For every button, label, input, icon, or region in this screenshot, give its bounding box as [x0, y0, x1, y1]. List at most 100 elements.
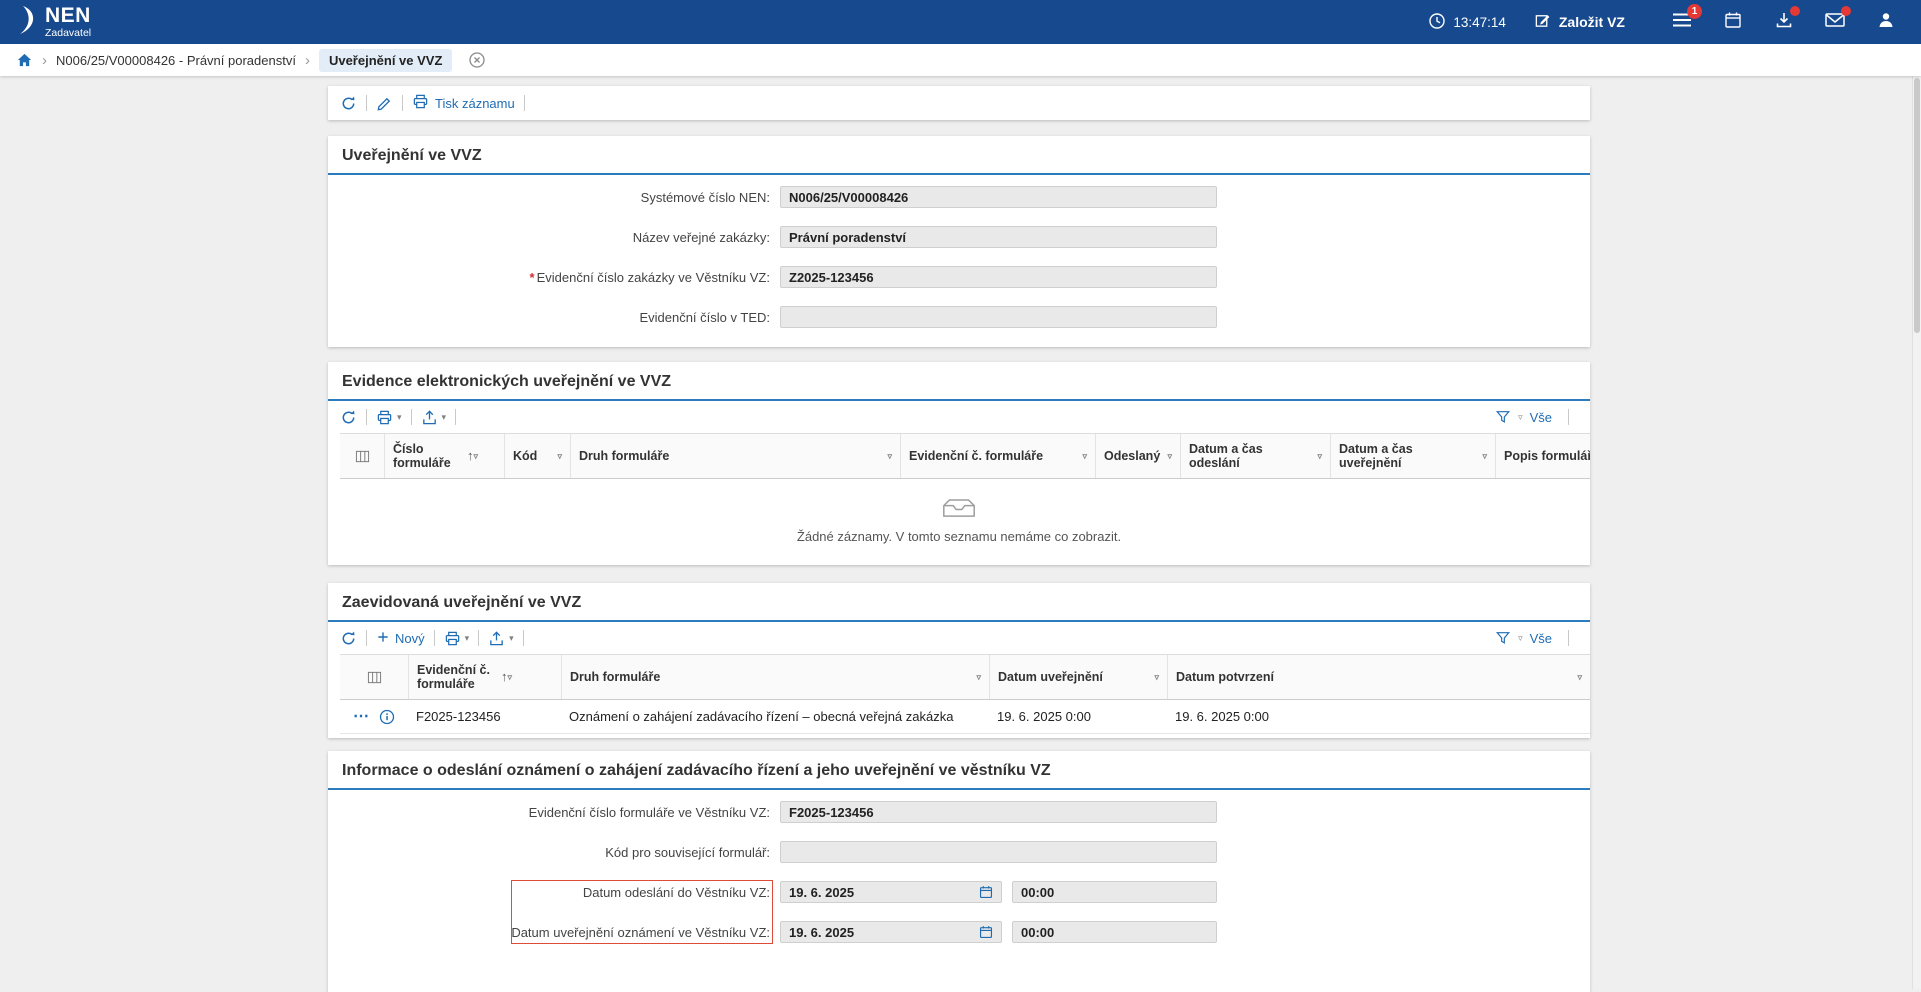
print-button[interactable] — [444, 630, 461, 647]
calendar-button[interactable] — [1722, 11, 1744, 33]
column-header-odeslany[interactable]: Odeslaný ▿ — [1095, 434, 1180, 478]
nen-logo[interactable]: NEN Zadavatel — [16, 5, 91, 40]
refresh-button[interactable] — [340, 409, 357, 426]
filter-caret-icon[interactable]: ▿ — [474, 451, 479, 461]
separator — [478, 630, 479, 646]
separator — [366, 409, 367, 425]
form-row: Kód pro související formulář: — [328, 832, 1590, 872]
section-title: Informace o odeslání oznámení o zahájení… — [328, 751, 1590, 790]
info-icon[interactable] — [379, 709, 395, 725]
close-icon[interactable] — [468, 51, 486, 69]
systemove-cislo-nen-field[interactable]: N006/25/V00008426 — [780, 186, 1217, 208]
filter-preset-all[interactable]: Vše — [1530, 631, 1552, 646]
export-button[interactable] — [421, 409, 438, 426]
field-label: Kód pro související formulář: — [342, 845, 770, 860]
create-vz-button[interactable]: Založit VZ — [1534, 12, 1625, 32]
section-uverejneni-vvz: Uveřejnění ve VVZ Systémové číslo NEN: N… — [328, 136, 1590, 347]
filter-caret-icon[interactable]: ▿ — [883, 451, 892, 461]
filter-caret-icon[interactable]: ▿ — [1078, 451, 1087, 461]
scrollbar-thumb[interactable] — [1914, 78, 1920, 333]
filter-caret-icon[interactable]: ▿ — [972, 672, 981, 682]
form-row: Systémové číslo NEN: N006/25/V00008426 — [328, 177, 1590, 217]
kod-souvisejici-formular-field[interactable] — [780, 841, 1217, 863]
field-label: Název veřejné zakázky: — [342, 230, 770, 245]
column-header-evidencni-c-formulare[interactable]: Evidenční č. formuláře ↑ ▿ — [408, 655, 561, 699]
edit-button[interactable] — [376, 95, 393, 112]
breadcrumb-item-procurement[interactable]: N006/25/V00008426 - Právní poradenství — [56, 53, 296, 68]
filter-caret-icon[interactable]: ▿ — [1163, 451, 1172, 461]
main-content: Tisk záznamu Uveřejnění ve VVZ Systémové… — [328, 86, 1590, 992]
column-header-popis-formulare[interactable]: Popis formuláře — [1495, 434, 1590, 478]
dropdown-caret-icon[interactable]: ▾ — [442, 412, 447, 423]
calendar-icon[interactable] — [979, 885, 993, 899]
filter-caret-icon[interactable]: ▿ — [553, 451, 562, 461]
filter-caret-icon[interactable]: ▿ — [1518, 412, 1523, 423]
filter-caret-icon[interactable]: ▿ — [1478, 451, 1487, 461]
cell-datum-uverejneni: 19. 6. 2025 0:00 — [989, 709, 1167, 724]
column-header-druh-formulare[interactable]: Druh formuláře ▿ — [570, 434, 900, 478]
filter-preset-all[interactable]: Vše — [1530, 410, 1552, 425]
row-actions-button[interactable]: ⋯ — [353, 712, 370, 722]
dropdown-caret-icon[interactable]: ▾ — [397, 412, 402, 423]
session-time: 13:47:14 — [1453, 15, 1506, 30]
column-settings-button[interactable] — [340, 434, 384, 478]
table-row[interactable]: ⋯ F2025-123456 Oznámení o zahájení zadáv… — [340, 700, 1590, 734]
column-header-datum-cas-uverejneni[interactable]: Datum a čas uveřejnění ▿ — [1330, 434, 1495, 478]
column-header-druh-formulare[interactable]: Druh formuláře ▿ — [561, 655, 989, 699]
filter-icon[interactable] — [1495, 409, 1511, 425]
column-header-kod[interactable]: Kód ▿ — [504, 434, 570, 478]
vertical-scrollbar[interactable] — [1912, 76, 1921, 989]
separator — [455, 409, 456, 425]
column-header-datum-potvrzeni[interactable]: Datum potvrzení ▿ — [1167, 655, 1590, 699]
downloads-badge — [1790, 6, 1800, 16]
chevron-right-icon: › — [42, 52, 47, 69]
printer-icon — [412, 93, 429, 113]
filter-caret-icon[interactable]: ▿ — [1313, 451, 1322, 461]
dropdown-caret-icon[interactable]: ▾ — [465, 633, 470, 644]
nen-logo-icon — [16, 5, 40, 40]
export-button[interactable] — [488, 630, 505, 647]
column-header-cislo-formulare[interactable]: Číslo formuláře ↑ ▿ — [384, 434, 504, 478]
filter-caret-icon[interactable]: ▿ — [1150, 672, 1159, 682]
print-record-button[interactable]: Tisk záznamu — [412, 93, 515, 113]
home-icon[interactable] — [16, 52, 33, 69]
column-header-datum-uverejneni[interactable]: Datum uveřejnění ▿ — [989, 655, 1167, 699]
evidencni-cislo-ted-field[interactable] — [780, 306, 1217, 328]
record-toolbar: Tisk záznamu — [328, 86, 1590, 120]
cell-evidencni-cislo: F2025-123456 — [408, 709, 561, 724]
datum-uverejneni-date-field[interactable]: 19. 6. 2025 — [780, 921, 1002, 943]
evidencni-cislo-vestnik-field[interactable]: Z2025-123456 — [780, 266, 1217, 288]
downloads-button[interactable] — [1773, 11, 1795, 33]
calendar-icon[interactable] — [979, 925, 993, 939]
datum-odeslani-time-field[interactable]: 00:00 — [1012, 881, 1217, 903]
menu-button[interactable]: 1 — [1671, 11, 1693, 33]
session-clock: 13:47:14 — [1428, 12, 1506, 33]
column-header-datum-cas-odeslani[interactable]: Datum a čas odeslání ▿ — [1180, 434, 1330, 478]
filter-caret-icon[interactable]: ▿ — [1518, 633, 1523, 644]
column-header-evidencni-c-formulare[interactable]: Evidenční č. formuláře ▿ — [900, 434, 1095, 478]
clock-icon — [1428, 12, 1446, 33]
datum-uverejneni-time-field[interactable]: 00:00 — [1012, 921, 1217, 943]
plus-icon — [376, 630, 390, 647]
nazev-verejne-zakazky-field[interactable]: Právní poradenství — [780, 226, 1217, 248]
messages-button[interactable] — [1824, 11, 1846, 33]
cell-druh-formulare: Oznámení o zahájení zadávacího řízení – … — [561, 709, 989, 724]
refresh-button[interactable] — [340, 630, 357, 647]
datum-odeslani-date-field[interactable]: 19. 6. 2025 — [780, 881, 1002, 903]
section-evidence-vvz: Evidence elektronických uveřejnění ve VV… — [328, 362, 1590, 565]
filter-caret-icon[interactable]: ▿ — [1573, 672, 1582, 682]
evidencni-cislo-formulare-field[interactable]: F2025-123456 — [780, 801, 1217, 823]
section-informace-odeslani: Informace o odeslání oznámení o zahájení… — [328, 751, 1590, 992]
topbar: NEN Zadavatel 13:47:14 Založit VZ 1 — [0, 0, 1921, 44]
new-record-button[interactable]: Nový — [376, 630, 425, 647]
section-zaevidovana-vvz: Zaevidovaná uveřejnění ve VVZ Nový ▾ ▾ — [328, 583, 1590, 738]
filter-caret-icon[interactable]: ▿ — [508, 672, 513, 682]
dropdown-caret-icon[interactable]: ▾ — [509, 633, 514, 644]
profile-button[interactable] — [1875, 11, 1897, 33]
print-button[interactable] — [376, 409, 393, 426]
registered-table-header: Evidenční č. formuláře ↑ ▿ Druh formulář… — [340, 654, 1590, 700]
filter-icon[interactable] — [1495, 630, 1511, 646]
breadcrumb-item-current[interactable]: Uveřejnění ve VVZ — [319, 49, 452, 72]
column-settings-button[interactable] — [340, 655, 408, 699]
refresh-button[interactable] — [340, 95, 357, 112]
